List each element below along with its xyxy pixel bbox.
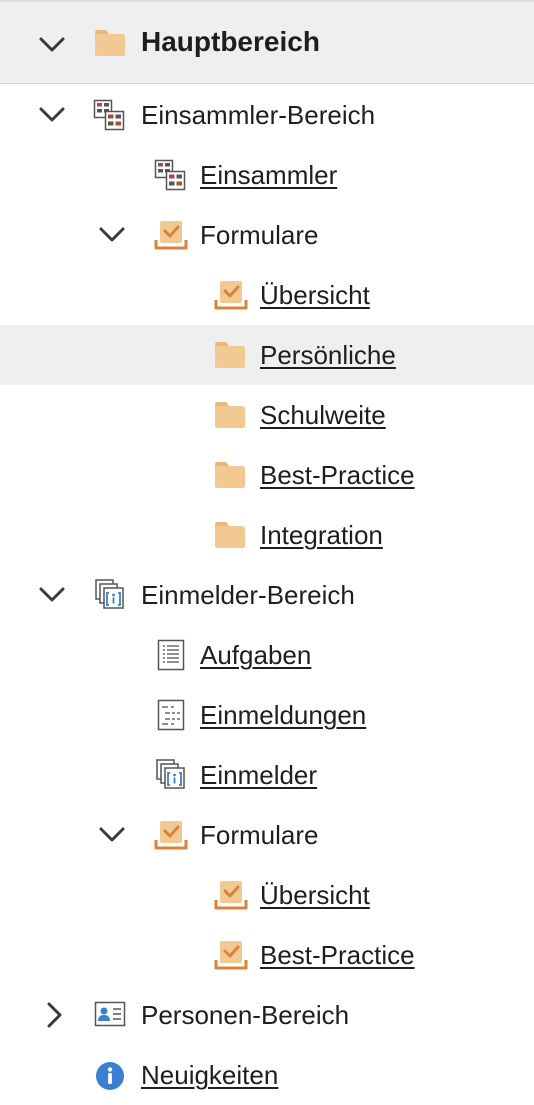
chevron-down-icon[interactable] [98, 821, 126, 849]
forms-icon [154, 221, 188, 250]
tree-item-label: Formulare [200, 820, 319, 850]
tree-item-einsammler-bereich[interactable]: Einsammler-Bereich [0, 85, 534, 145]
tree-item-label: Personen-Bereich [141, 1000, 350, 1030]
tree-item-einmelder-bereich[interactable]: Einmelder-Bereich [0, 565, 534, 625]
forms-icon [154, 821, 188, 850]
tree-item-label: Formulare [200, 220, 319, 250]
chevron-down-icon[interactable] [38, 31, 66, 59]
chevron-right-icon[interactable] [40, 1001, 68, 1029]
tree-item-link[interactable]: Persönliche [260, 340, 396, 370]
tree-item-link[interactable]: Aufgaben [200, 640, 311, 670]
tree-item-link[interactable]: Schulweite [260, 400, 386, 430]
tree-item-einmelder[interactable]: Einmelder [0, 745, 534, 805]
tree-item-uebersicht[interactable]: Übersicht [0, 265, 534, 325]
chevron-down-icon[interactable] [38, 581, 66, 609]
folder-icon [215, 342, 245, 368]
tree-item-formulare[interactable]: Formulare [0, 205, 534, 265]
forms-overview-icon [214, 281, 248, 310]
folder-icon [215, 462, 245, 488]
tree-item-uebersicht[interactable]: Übersicht [0, 865, 534, 925]
collector-area-icon [93, 99, 125, 131]
tree-item-einmeldungen[interactable]: Einmeldungen [0, 685, 534, 745]
tree-item-link[interactable]: Integration [260, 520, 383, 550]
tree-item-link[interactable]: Übersicht [260, 280, 370, 310]
tree-item-best-practice[interactable]: Best-Practice [0, 925, 534, 985]
tree-root-header[interactable]: Hauptbereich [0, 2, 534, 84]
tree-item-integration[interactable]: Integration [0, 505, 534, 565]
folder-icon [95, 30, 125, 56]
contact-card-icon [94, 1001, 126, 1027]
tree-item-link[interactable]: Einmelder [200, 760, 317, 790]
tree-item-link[interactable]: Einsammler [200, 160, 337, 190]
reporter-icon [156, 759, 185, 789]
tree-item-link[interactable]: Best-Practice [260, 940, 415, 970]
tree-item-schulweite[interactable]: Schulweite [0, 385, 534, 445]
tree-item-neuigkeiten[interactable]: Neuigkeiten [0, 1045, 534, 1105]
tree-item-einsammler[interactable]: Einsammler [0, 145, 534, 205]
tree-item-link[interactable]: Übersicht [260, 880, 370, 910]
tree-item-persoenliche[interactable]: Persönliche [0, 325, 534, 385]
tree-item-link[interactable]: Neuigkeiten [141, 1060, 278, 1090]
collector-icon [154, 159, 186, 191]
tree-item-personen-bereich[interactable]: Personen-Bereich [0, 985, 534, 1045]
submissions-icon [157, 699, 185, 731]
info-icon [96, 1062, 124, 1090]
reporter-area-icon [95, 579, 124, 609]
chevron-down-icon[interactable] [98, 221, 126, 249]
chevron-down-icon[interactable] [38, 101, 66, 129]
tree-item-link[interactable]: Einmeldungen [200, 700, 366, 730]
folder-icon [215, 522, 245, 548]
tree-item-best-practice[interactable]: Best-Practice [0, 445, 534, 505]
tree-item-aufgaben[interactable]: Aufgaben [0, 625, 534, 685]
forms-overview-icon [214, 881, 248, 910]
page-title: Hauptbereich [141, 26, 320, 57]
task-list-icon [157, 639, 185, 671]
tree-item-label: Einsammler-Bereich [141, 100, 376, 130]
tree-item-formulare[interactable]: Formulare [0, 805, 534, 865]
tree-item-label: Einmelder-Bereich [141, 580, 355, 610]
forms-best-practice-icon [214, 941, 248, 970]
folder-icon [215, 402, 245, 428]
tree-item-link[interactable]: Best-Practice [260, 460, 415, 490]
